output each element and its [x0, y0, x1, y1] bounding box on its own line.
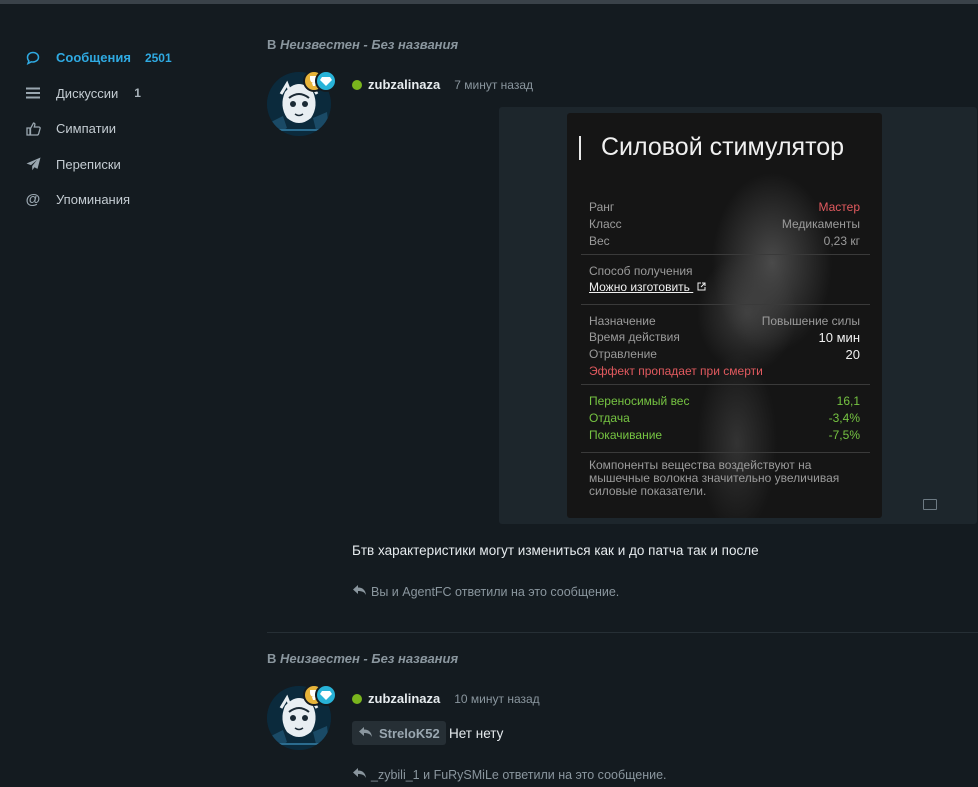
- post-meta: zubzalinaza 7 минут назад: [352, 77, 533, 92]
- item-poison: Отравление 20: [589, 347, 860, 362]
- item-stat: Покачивание -7,5%: [589, 428, 860, 442]
- post-body: Бтв характеристики могут измениться как …: [352, 543, 759, 558]
- diamond-badge-icon: [315, 70, 337, 92]
- online-indicator: [352, 693, 362, 704]
- item-weight: Вес 0,23 кг: [589, 234, 860, 248]
- sidebar: Сообщения 2501 Дискуссии 1 Симпатии Пере…: [24, 40, 224, 218]
- sidebar-item-likes[interactable]: Симпатии: [24, 111, 224, 147]
- at-sign-icon: @: [25, 191, 41, 209]
- sidebar-item-mentions[interactable]: @ Упоминания: [24, 182, 224, 218]
- reply-reactions[interactable]: _zybili_1 и FuRySMiLe ответили на это со…: [352, 767, 667, 782]
- top-bar: [0, 0, 978, 4]
- sidebar-item-label: Дискуссии: [56, 85, 119, 101]
- card-divider: [581, 254, 870, 255]
- sidebar-item-label: Переписки: [56, 156, 121, 172]
- username-link[interactable]: zubzalinaza: [368, 691, 440, 706]
- thread-title: Неизвестен - Без названия: [280, 37, 459, 52]
- sidebar-item-messages[interactable]: Сообщения 2501: [24, 40, 224, 76]
- item-card: Силовой стимулятор Ранг Мастер Класс Мед…: [567, 113, 882, 518]
- reply-arrow-icon: [352, 584, 367, 599]
- card-divider: [581, 384, 870, 385]
- item-stat: Переносимый вес 16,1: [589, 394, 860, 408]
- craft-link[interactable]: Можно изготовить: [589, 280, 706, 294]
- post-body: Нет нету: [449, 726, 504, 741]
- post-time[interactable]: 10 минут назад: [454, 692, 539, 706]
- title-bar: [579, 135, 581, 160]
- list-icon: [24, 84, 42, 102]
- quoted-user-chip[interactable]: StreloK52: [352, 721, 446, 745]
- thread-prefix: В: [267, 651, 277, 666]
- item-purpose: Назначение Повышение силы: [589, 314, 860, 328]
- item-stat: Отдача -3,4%: [589, 411, 860, 425]
- item-obtain-label: Способ получения: [589, 264, 693, 278]
- thread-prefix: В: [267, 37, 277, 52]
- image-icon: [923, 499, 937, 510]
- sidebar-item-discussions[interactable]: Дискуссии 1: [24, 76, 224, 112]
- sidebar-item-label: Упоминания: [56, 192, 131, 208]
- chat-bubble-icon: [24, 49, 42, 67]
- sidebar-item-label: Симпатии: [56, 121, 117, 137]
- thread-title: Неизвестен - Без названия: [280, 651, 459, 666]
- item-description: Компоненты вещества воздействуют на мыше…: [589, 458, 840, 498]
- reply-arrow-icon: [358, 726, 373, 741]
- sidebar-item-label: Сообщения: [56, 50, 131, 66]
- post-meta: zubzalinaza 10 минут назад: [352, 691, 540, 706]
- external-link-icon: [697, 280, 706, 294]
- item-rank: Ранг Мастер: [589, 200, 860, 214]
- thread-heading[interactable]: В Неизвестен - Без названия: [267, 651, 458, 666]
- reply-reactions[interactable]: Вы и AgentFC ответили на это сообщение.: [352, 584, 619, 599]
- card-divider: [581, 452, 870, 453]
- thread-heading[interactable]: В Неизвестен - Без названия: [267, 37, 458, 52]
- item-death-note: Эффект пропадает при смерти: [589, 364, 763, 378]
- reply-arrow-icon: [352, 767, 367, 782]
- thumbs-up-icon: [24, 120, 42, 138]
- sidebar-item-count: 1: [134, 86, 141, 101]
- paper-plane-icon: [24, 155, 42, 173]
- username-link[interactable]: zubzalinaza: [368, 77, 440, 92]
- item-title: Силовой стимулятор: [579, 133, 844, 162]
- post-time[interactable]: 7 минут назад: [454, 78, 533, 92]
- sidebar-item-conversations[interactable]: Переписки: [24, 147, 224, 183]
- sidebar-item-count: 2501: [144, 50, 172, 65]
- card-divider: [581, 304, 870, 305]
- diamond-badge-icon: [315, 684, 337, 706]
- online-indicator: [352, 79, 362, 90]
- post-divider: [267, 632, 978, 633]
- item-duration: Время действия 10 мин: [589, 330, 860, 345]
- item-class: Класс Медикаменты: [589, 217, 860, 231]
